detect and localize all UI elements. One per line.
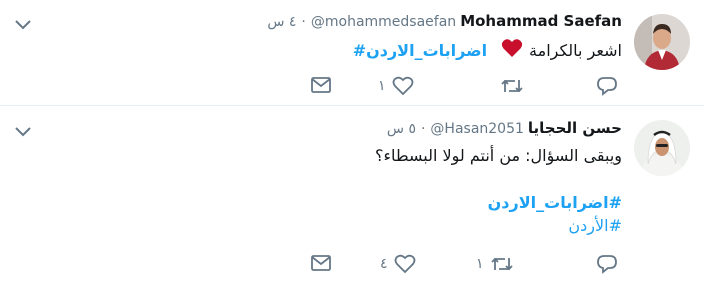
like-button[interactable]: ٤ bbox=[380, 254, 416, 274]
dm-icon bbox=[311, 255, 331, 271]
tweet-header: حسن الحجايا @Hasan2051 · ٥ س bbox=[387, 119, 622, 137]
author-handle[interactable]: @Hasan2051 bbox=[430, 121, 523, 137]
tweet-actions: ١ ٤ bbox=[0, 254, 704, 278]
tweet-text-content: ويبقى السؤال: من أنتم لولا البسطاء؟ bbox=[374, 146, 622, 165]
dm-button[interactable] bbox=[310, 254, 332, 272]
hashtag-link[interactable]: #الأردن bbox=[568, 216, 622, 235]
tweet-2: حسن الحجايا @Hasan2051 · ٥ س ويبقى السؤا… bbox=[0, 0, 704, 282]
reply-button[interactable] bbox=[596, 254, 618, 274]
author-name[interactable]: حسن الحجايا bbox=[528, 119, 622, 137]
hashtag-link[interactable]: #اضرابات_الاردن bbox=[488, 193, 622, 212]
avatar[interactable] bbox=[634, 120, 690, 176]
like-count: ٤ bbox=[380, 256, 388, 272]
like-icon bbox=[394, 254, 415, 274]
separator-dot: · bbox=[420, 121, 426, 137]
retweet-count: ١ bbox=[476, 256, 484, 272]
timestamp[interactable]: ٥ س bbox=[387, 121, 416, 137]
chevron-down-icon[interactable] bbox=[14, 123, 32, 137]
reply-icon bbox=[597, 255, 617, 274]
retweet-icon bbox=[490, 257, 513, 271]
retweet-button[interactable]: ١ bbox=[476, 254, 514, 274]
